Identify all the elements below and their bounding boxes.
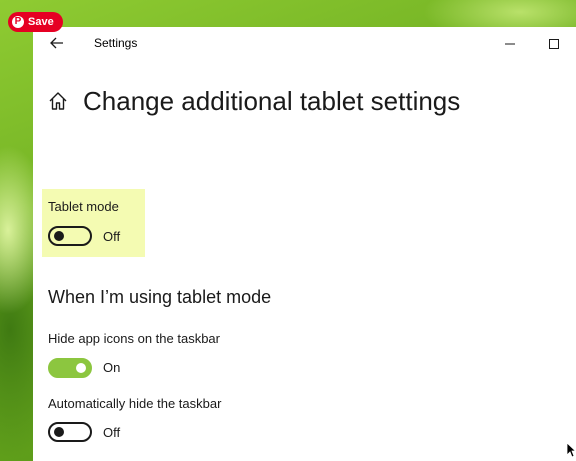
toggle-knob (54, 231, 64, 241)
window-title: Settings (94, 36, 138, 50)
minimize-button[interactable] (499, 35, 521, 53)
maximize-icon (549, 39, 559, 49)
title-bar: Settings (33, 27, 576, 59)
auto-hide-taskbar-state: Off (103, 425, 121, 440)
tablet-mode-label: Tablet mode (48, 199, 119, 214)
mouse-cursor-icon (566, 442, 576, 458)
pinterest-save-button[interactable]: P Save (8, 12, 63, 32)
hide-app-icons-state: On (103, 360, 121, 375)
toggle-knob (76, 363, 86, 373)
hide-app-icons-label: Hide app icons on the taskbar (48, 331, 220, 346)
back-button[interactable] (47, 33, 67, 53)
page-header: Change additional tablet settings (47, 83, 460, 119)
section-heading: When I’m using tablet mode (48, 287, 272, 307)
pinterest-icon: P (12, 16, 24, 28)
toggle-knob (54, 427, 64, 437)
auto-hide-taskbar-label: Automatically hide the taskbar (48, 396, 222, 411)
pin-save-label: Save (28, 16, 54, 28)
home-icon[interactable] (47, 90, 69, 112)
maximize-button[interactable] (543, 35, 565, 53)
back-arrow-icon (50, 37, 63, 49)
settings-window: Settings Change additional tablet settin… (33, 27, 576, 461)
tablet-mode-state: Off (103, 229, 121, 244)
minimize-icon (505, 43, 515, 45)
page-title: Change additional tablet settings (83, 85, 461, 116)
tablet-mode-toggle[interactable] (48, 226, 92, 246)
auto-hide-taskbar-toggle[interactable] (48, 422, 92, 442)
hide-app-icons-toggle[interactable] (48, 358, 92, 378)
